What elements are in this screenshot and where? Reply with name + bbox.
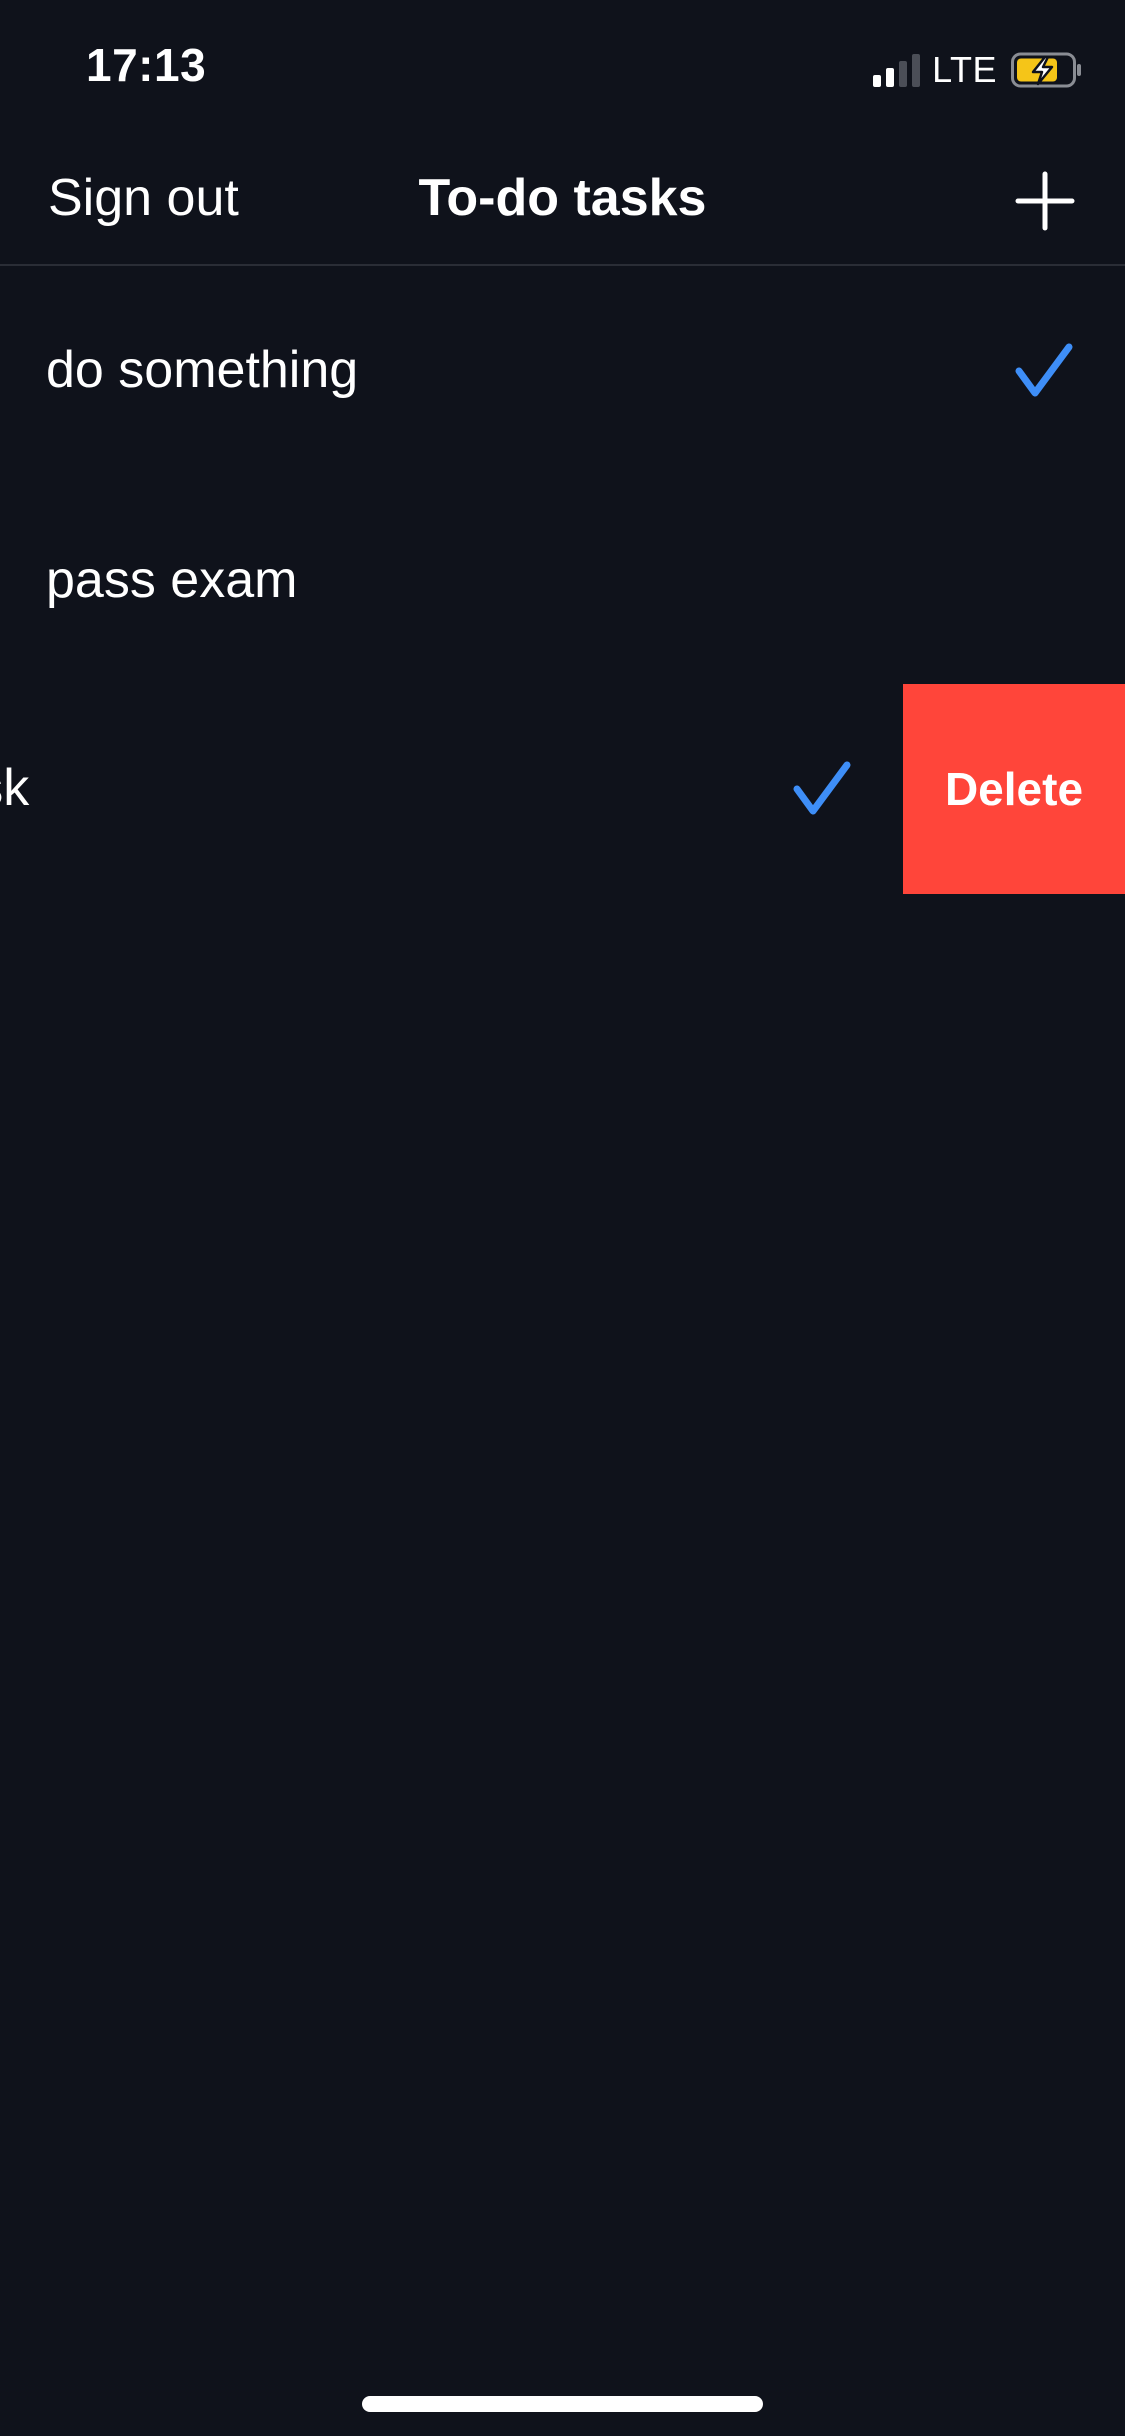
task-label: pass exam bbox=[46, 551, 298, 609]
task-row-content: do something bbox=[0, 266, 1125, 476]
battery-charging-icon bbox=[1011, 52, 1081, 88]
status-time: 17:13 bbox=[86, 39, 207, 91]
cellular-signal-icon bbox=[873, 53, 921, 87]
checkmark-icon bbox=[793, 761, 851, 815]
page-title: To-do tasks bbox=[418, 169, 707, 227]
checkmark-icon bbox=[1015, 343, 1073, 397]
task-row-content: pass exam bbox=[0, 476, 1125, 686]
task-label: new task bbox=[0, 759, 30, 817]
delete-button[interactable]: Delete bbox=[903, 684, 1125, 894]
plus-icon bbox=[1015, 171, 1075, 231]
task-label: do something bbox=[46, 341, 359, 399]
status-bar: 17:13 LTE bbox=[0, 0, 1125, 140]
navigation-bar: Sign out To-do tasks bbox=[0, 140, 1125, 266]
task-row-content: new task bbox=[0, 684, 903, 894]
add-task-button[interactable] bbox=[1010, 166, 1080, 236]
task-row[interactable]: pass exam bbox=[0, 476, 1125, 686]
network-type-label: LTE bbox=[932, 49, 997, 90]
task-row[interactable]: do something bbox=[0, 266, 1125, 476]
home-indicator[interactable] bbox=[362, 2396, 763, 2412]
status-indicators: LTE bbox=[873, 49, 1083, 90]
task-row-swiped[interactable]: new task Delete bbox=[0, 684, 1125, 894]
